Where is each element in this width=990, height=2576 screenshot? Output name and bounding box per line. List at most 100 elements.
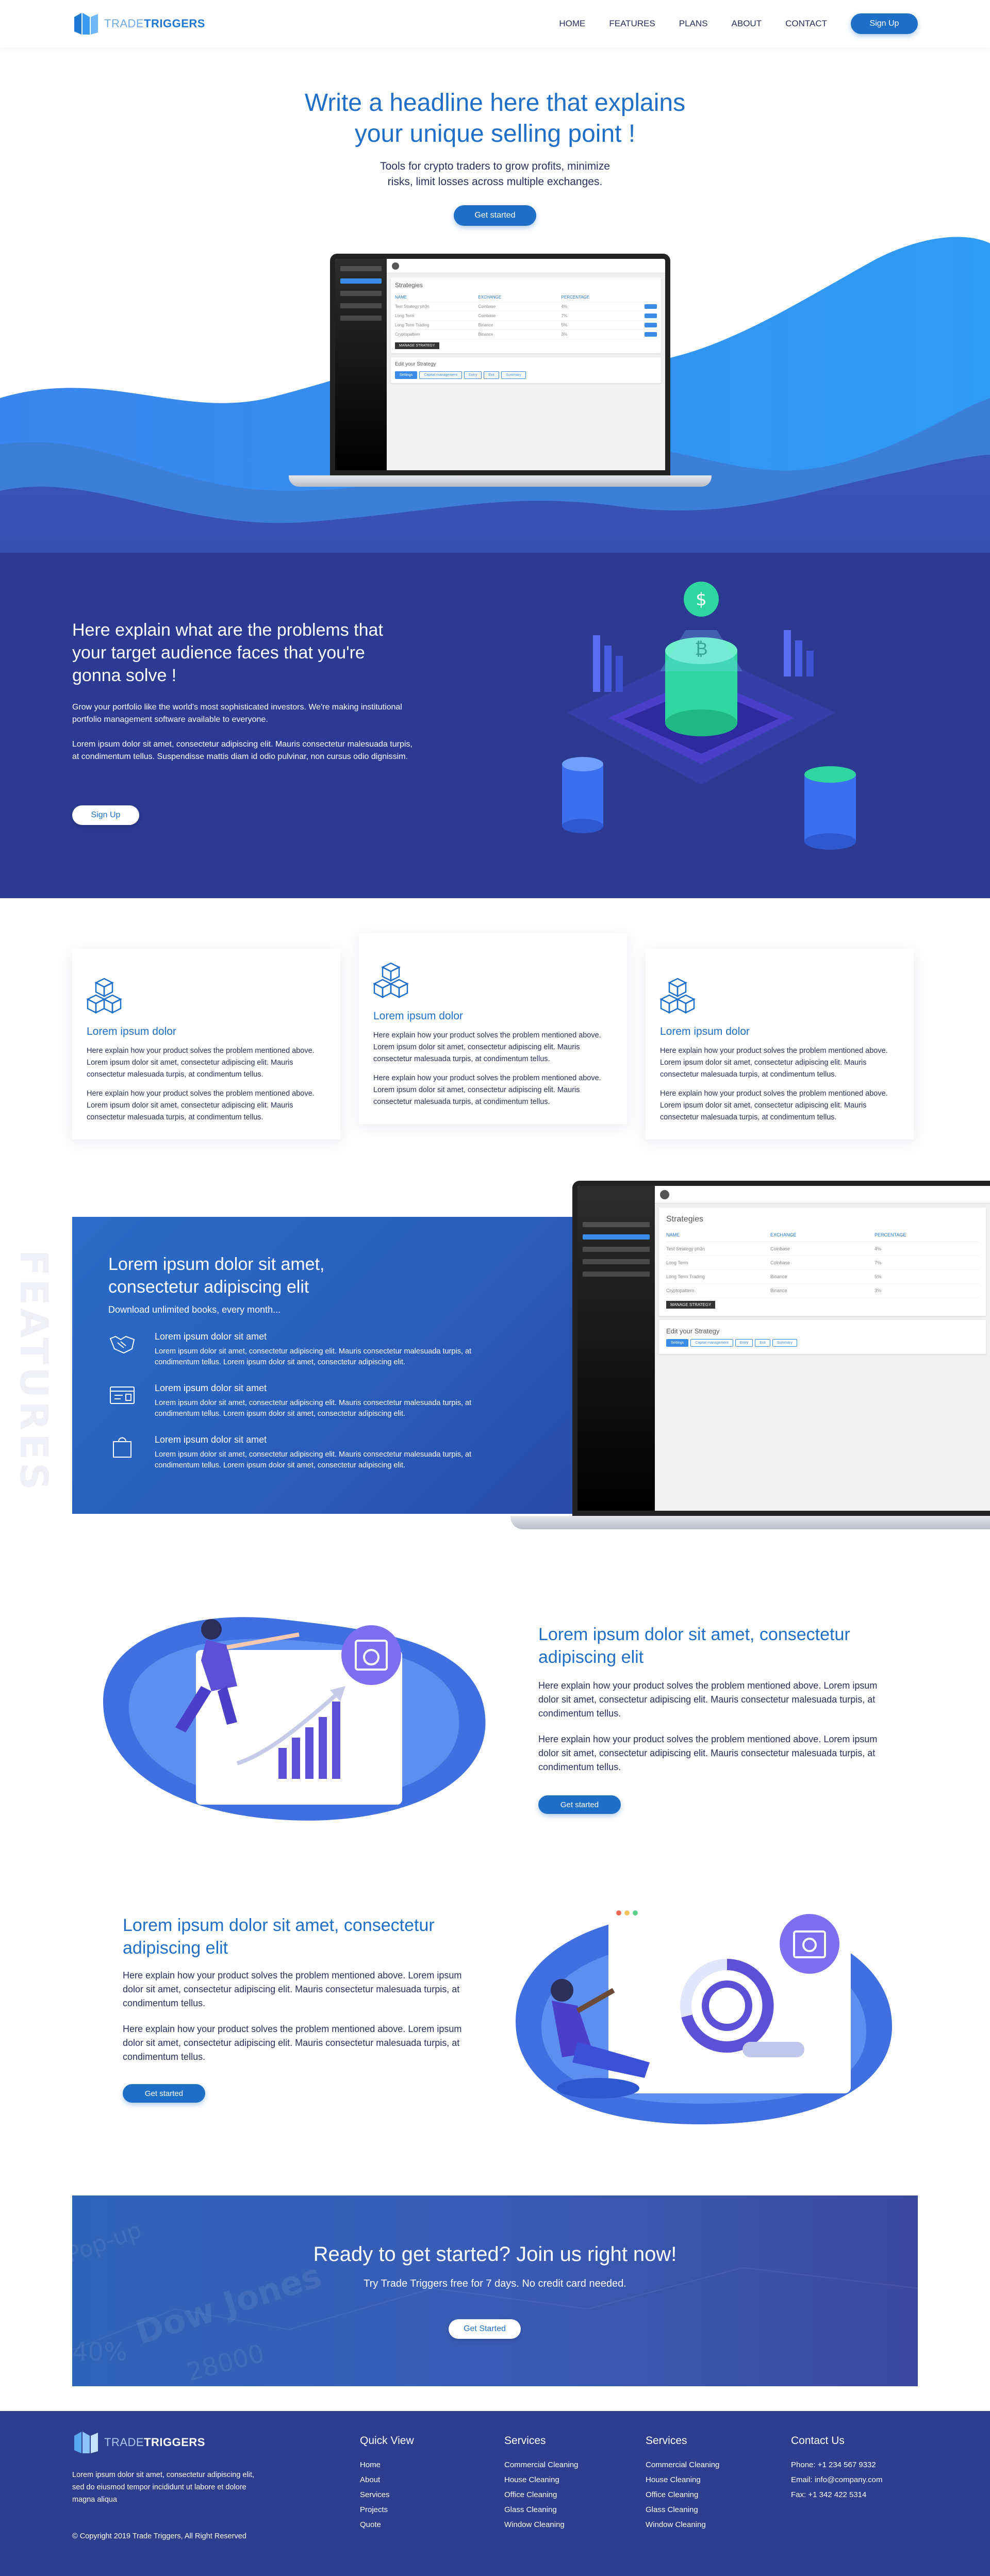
footer-link[interactable]: Office Cleaning bbox=[504, 2487, 578, 2502]
footer-link[interactable]: Quote bbox=[360, 2517, 414, 2532]
footer-logo-wordmark: TRADETRIGGERS bbox=[104, 2436, 205, 2449]
card-text-1: Here explain how your product solves the… bbox=[373, 1031, 601, 1063]
split2-paragraph-1: Here explain how your product solves the… bbox=[123, 1970, 462, 2008]
card-title: Lorem ipsum dolor bbox=[373, 1010, 463, 1022]
hero-subtitle: Tools for crypto traders to grow profits… bbox=[0, 159, 990, 190]
split1-get-started-button[interactable]: Get started bbox=[538, 1795, 621, 1814]
app-strategies-card: Strategies NAME EXCHANGE PERCENTAGE Test S… bbox=[391, 277, 661, 353]
footer-link[interactable]: Home bbox=[360, 2457, 414, 2472]
nav-plans[interactable]: PLANS bbox=[679, 19, 708, 29]
cubes-icon bbox=[659, 978, 696, 1014]
footer-fax[interactable]: Fax: +1 342 422 5314 bbox=[791, 2487, 883, 2502]
card-text-2: Here explain how your product solves the… bbox=[660, 1089, 888, 1121]
footer-logo[interactable]: TRADETRIGGERS bbox=[72, 2430, 205, 2455]
crypto-coins-illustration: ₿ $ bbox=[562, 582, 856, 850]
features-watermark: FEATURES bbox=[11, 1250, 52, 1493]
footer-copyright: © Copyright 2019 Trade Triggers, All Rig… bbox=[72, 2532, 246, 2540]
footer-link[interactable]: Glass Cleaning bbox=[504, 2502, 578, 2517]
split1-paragraph-1: Here explain how your product solves the… bbox=[538, 1680, 878, 1719]
svg-text:Dow Jones: Dow Jones bbox=[131, 2257, 326, 2353]
features-subtitle: Download unlimited books, every month... bbox=[108, 1304, 281, 1315]
footer-col-title: Quick View bbox=[360, 2435, 414, 2447]
growth-chart-illustration bbox=[103, 1617, 486, 1821]
app-main: Strategies NAME EXCHANGE PERCENTAGE Test S… bbox=[387, 259, 665, 470]
split1-paragraph-2: Here explain how your product solves the… bbox=[538, 1734, 878, 1772]
nav-contact[interactable]: CONTACT bbox=[785, 19, 827, 29]
hero-title-line-1: Write a headline here that explains bbox=[304, 89, 686, 117]
app-sidebar bbox=[578, 1186, 655, 1511]
features-laptop-mockup: Strategies NAME EXCHANGE PERCENTAGE Test S… bbox=[510, 1181, 990, 1542]
feature-item-title: Lorem ipsum dolor sit amet bbox=[155, 1331, 267, 1342]
footer-link[interactable]: Window Cleaning bbox=[504, 2517, 578, 2532]
cta-get-started-button[interactable]: Get Started bbox=[449, 2319, 521, 2339]
footer-link[interactable]: House Cleaning bbox=[504, 2472, 578, 2487]
footer-col-services-2: Services Commercial Cleaning House Clean… bbox=[646, 2435, 719, 2532]
split2-title: Lorem ipsum dolor sit amet, consectetur … bbox=[123, 1916, 435, 1958]
footer-link[interactable]: House Cleaning bbox=[646, 2472, 719, 2487]
footer-phone[interactable]: Phone: +1 234 567 9332 bbox=[791, 2457, 883, 2472]
card-text-2: Here explain how your product solves the… bbox=[87, 1089, 315, 1121]
coin-stack-right bbox=[804, 766, 856, 850]
main-menu: HOME FEATURES PLANS ABOUT CONTACT Sign U… bbox=[559, 13, 918, 34]
logo-wordmark: TRADETRIGGERS bbox=[104, 17, 205, 30]
footer-link[interactable]: Glass Cleaning bbox=[646, 2502, 719, 2517]
feature-item-text: Lorem ipsum dolor sit amet, consectetur … bbox=[155, 1399, 472, 1418]
footer-col-title: Services bbox=[504, 2435, 546, 2447]
card-text-1: Here explain how your product solves the… bbox=[660, 1047, 888, 1079]
logo-part-1: TRADE bbox=[104, 17, 144, 30]
app-heading: Strategies bbox=[395, 282, 423, 289]
top-nav: TRADETRIGGERS HOME FEATURES PLANS ABOUT … bbox=[0, 0, 990, 47]
footer-link[interactable]: Projects bbox=[360, 2502, 414, 2517]
split2-get-started-button[interactable]: Get started bbox=[123, 2084, 205, 2103]
footer-link[interactable]: Commercial Cleaning bbox=[504, 2457, 578, 2472]
footer-link[interactable]: Commercial Cleaning bbox=[646, 2457, 719, 2472]
hero-app-screenshot: Strategies NAME EXCHANGE PERCENTAGE Test S… bbox=[330, 254, 670, 475]
feature-item-text: Lorem ipsum dolor sit amet, consectetur … bbox=[155, 1450, 472, 1469]
logo[interactable]: TRADETRIGGERS bbox=[72, 11, 205, 37]
svg-text:28000: 28000 bbox=[184, 2339, 268, 2386]
feature-item-2: Lorem ipsum dolor sit amet Lorem ipsum d… bbox=[108, 1383, 500, 1419]
footer-col-title: Contact Us bbox=[791, 2435, 845, 2447]
footer-link[interactable]: Services bbox=[360, 2487, 414, 2502]
hero-subtitle-line-1: Tools for crypto traders to grow profits… bbox=[380, 160, 610, 172]
feature-cards: Lorem ipsum dolor Here explain how your … bbox=[72, 933, 918, 1150]
footer-col-quick-view: Quick View Home About Services Projects … bbox=[360, 2435, 414, 2532]
logo-part-2: TRIGGERS bbox=[144, 17, 205, 30]
logo-icon bbox=[74, 13, 98, 35]
footer-col-title: Services bbox=[646, 2435, 687, 2447]
problem-title: Here explain what are the problems that … bbox=[72, 620, 383, 685]
id-card-icon bbox=[110, 1386, 135, 1404]
split2-paragraph-2: Here explain how your product solves the… bbox=[123, 2024, 462, 2062]
problem-paragraph-1: Grow your portfolio like the world's mos… bbox=[72, 703, 402, 724]
cta-title: Ready to get started? Join us right now! bbox=[313, 2243, 677, 2266]
feature-item-title: Lorem ipsum dolor sit amet bbox=[155, 1383, 267, 1393]
shopping-bag-icon bbox=[113, 1437, 131, 1458]
footer-link[interactable]: Office Cleaning bbox=[646, 2487, 719, 2502]
card-text-1: Here explain how your product solves the… bbox=[87, 1047, 315, 1079]
footer-link[interactable]: About bbox=[360, 2472, 414, 2487]
feature-card-1: Lorem ipsum dolor Here explain how your … bbox=[72, 949, 340, 1140]
card-title: Lorem ipsum dolor bbox=[87, 1026, 176, 1037]
cta-banner: Pop-up Dow Jones 28000 40% Ready to get … bbox=[72, 2195, 918, 2386]
app-sidebar bbox=[335, 259, 387, 470]
floating-coin-icon: $ bbox=[684, 582, 719, 617]
logo-icon bbox=[74, 2432, 98, 2453]
hero-laptop-mockup: Strategies NAME EXCHANGE PERCENTAGE Test S… bbox=[289, 254, 712, 491]
card-text-2: Here explain how your product solves the… bbox=[373, 1074, 601, 1106]
footer-link[interactable]: Window Cleaning bbox=[646, 2517, 719, 2532]
feature-item-text: Lorem ipsum dolor sit amet, consectetur … bbox=[155, 1347, 472, 1366]
nav-features[interactable]: FEATURES bbox=[609, 19, 655, 29]
card-title: Lorem ipsum dolor bbox=[660, 1026, 750, 1037]
nav-home[interactable]: HOME bbox=[559, 19, 585, 29]
signup-button[interactable]: Sign Up bbox=[851, 13, 918, 34]
problem-signup-button[interactable]: Sign Up bbox=[72, 805, 139, 825]
coin-stack-left bbox=[562, 757, 603, 833]
features-title: Lorem ipsum dolor sit amet, consectetur … bbox=[108, 1254, 325, 1297]
cubes-icon bbox=[373, 962, 409, 999]
footer: TRADETRIGGERS Lorem ipsum dolor sit amet… bbox=[0, 2411, 990, 2576]
cubes-icon bbox=[86, 978, 122, 1014]
footer-email[interactable]: Email: info@company.com bbox=[791, 2472, 883, 2487]
toggle-pill bbox=[742, 2042, 804, 2057]
feature-item-3: Lorem ipsum dolor sit amet Lorem ipsum d… bbox=[108, 1434, 500, 1471]
nav-about[interactable]: ABOUT bbox=[732, 19, 762, 29]
